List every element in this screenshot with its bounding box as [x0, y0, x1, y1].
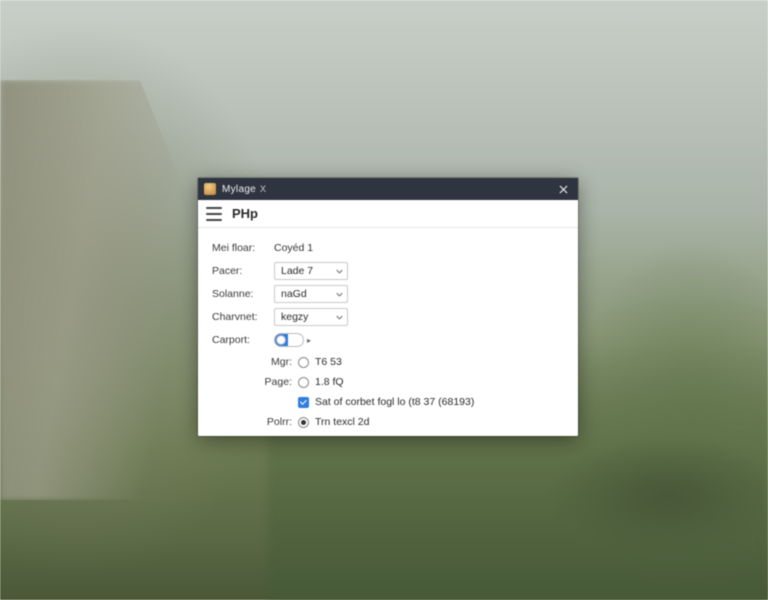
toggle-caret-icon: ▸ [307, 336, 311, 345]
carport-toggle[interactable] [274, 333, 304, 347]
chk-label: Sat of corbet fogl lo (t8 37 (68193) [315, 396, 474, 408]
row-page: Page: 1.8 fQ [212, 373, 564, 391]
mgr-label: Mgr: [212, 356, 298, 368]
mgr-radio[interactable] [298, 357, 309, 368]
polr-radio[interactable] [298, 417, 309, 428]
page-label: Page: [212, 376, 298, 388]
solanne-label: Solanne: [212, 288, 274, 300]
app-icon [204, 183, 216, 195]
close-button[interactable] [554, 180, 572, 198]
row-mgr: Mgr: T6 53 [212, 353, 564, 371]
page-value: 1.8 fQ [315, 376, 344, 388]
section-title: PHp [232, 206, 258, 221]
chevron-down-icon [336, 314, 343, 321]
form-body: Mei floar: Coyéd 1 Pacer: Lade 7 Solanne… [198, 228, 578, 436]
name-label: Mei floar: [212, 242, 274, 254]
row-name: Mei floar: Coyéd 1 [212, 238, 564, 258]
row-channel: Charvnet: kegzy [212, 307, 564, 327]
hamburger-icon [206, 207, 222, 209]
pacer-label: Pacer: [212, 265, 274, 277]
menu-button[interactable] [206, 207, 222, 221]
section-header: PHp [198, 200, 578, 228]
channel-label: Charvnet: [212, 311, 274, 323]
polr-value: Trn texcl 2d [315, 416, 369, 428]
row-pacer: Pacer: Lade 7 [212, 261, 564, 281]
name-value: Coyéd 1 [274, 242, 313, 254]
page-radio[interactable] [298, 377, 309, 388]
corbet-checkbox[interactable] [298, 397, 309, 408]
row-context: Corkst: Dext oqrolry [212, 433, 564, 436]
window-badge: X [260, 184, 266, 194]
polr-label: Polrr: [212, 416, 298, 428]
row-checkbox: Sat of corbet fogl lo (t8 37 (68193) [212, 393, 564, 411]
row-carport: Carport: ▸ [212, 330, 564, 350]
pacer-select[interactable]: Lade 7 [274, 262, 348, 280]
row-solanne: Solanne: naGd [212, 284, 564, 304]
mgr-value: T6 53 [315, 356, 342, 368]
settings-window: Mylage X PHp Mei floar: Coyéd 1 Pacer: L… [198, 178, 578, 436]
titlebar[interactable]: Mylage X [198, 178, 578, 200]
chevron-down-icon [336, 291, 343, 298]
channel-select[interactable]: kegzy [274, 308, 348, 326]
close-icon [559, 185, 568, 194]
channel-select-value: kegzy [281, 311, 308, 323]
chevron-down-icon [336, 268, 343, 275]
pacer-select-value: Lade 7 [281, 265, 313, 277]
row-polr: Polrr: Trn texcl 2d [212, 413, 564, 431]
solanne-select-value: naGd [281, 288, 307, 300]
desktop-background: Mylage X PHp Mei floar: Coyéd 1 Pacer: L… [0, 0, 768, 600]
window-title: Mylage [222, 184, 256, 195]
carport-label: Carport: [212, 334, 274, 346]
solanne-select[interactable]: naGd [274, 285, 348, 303]
